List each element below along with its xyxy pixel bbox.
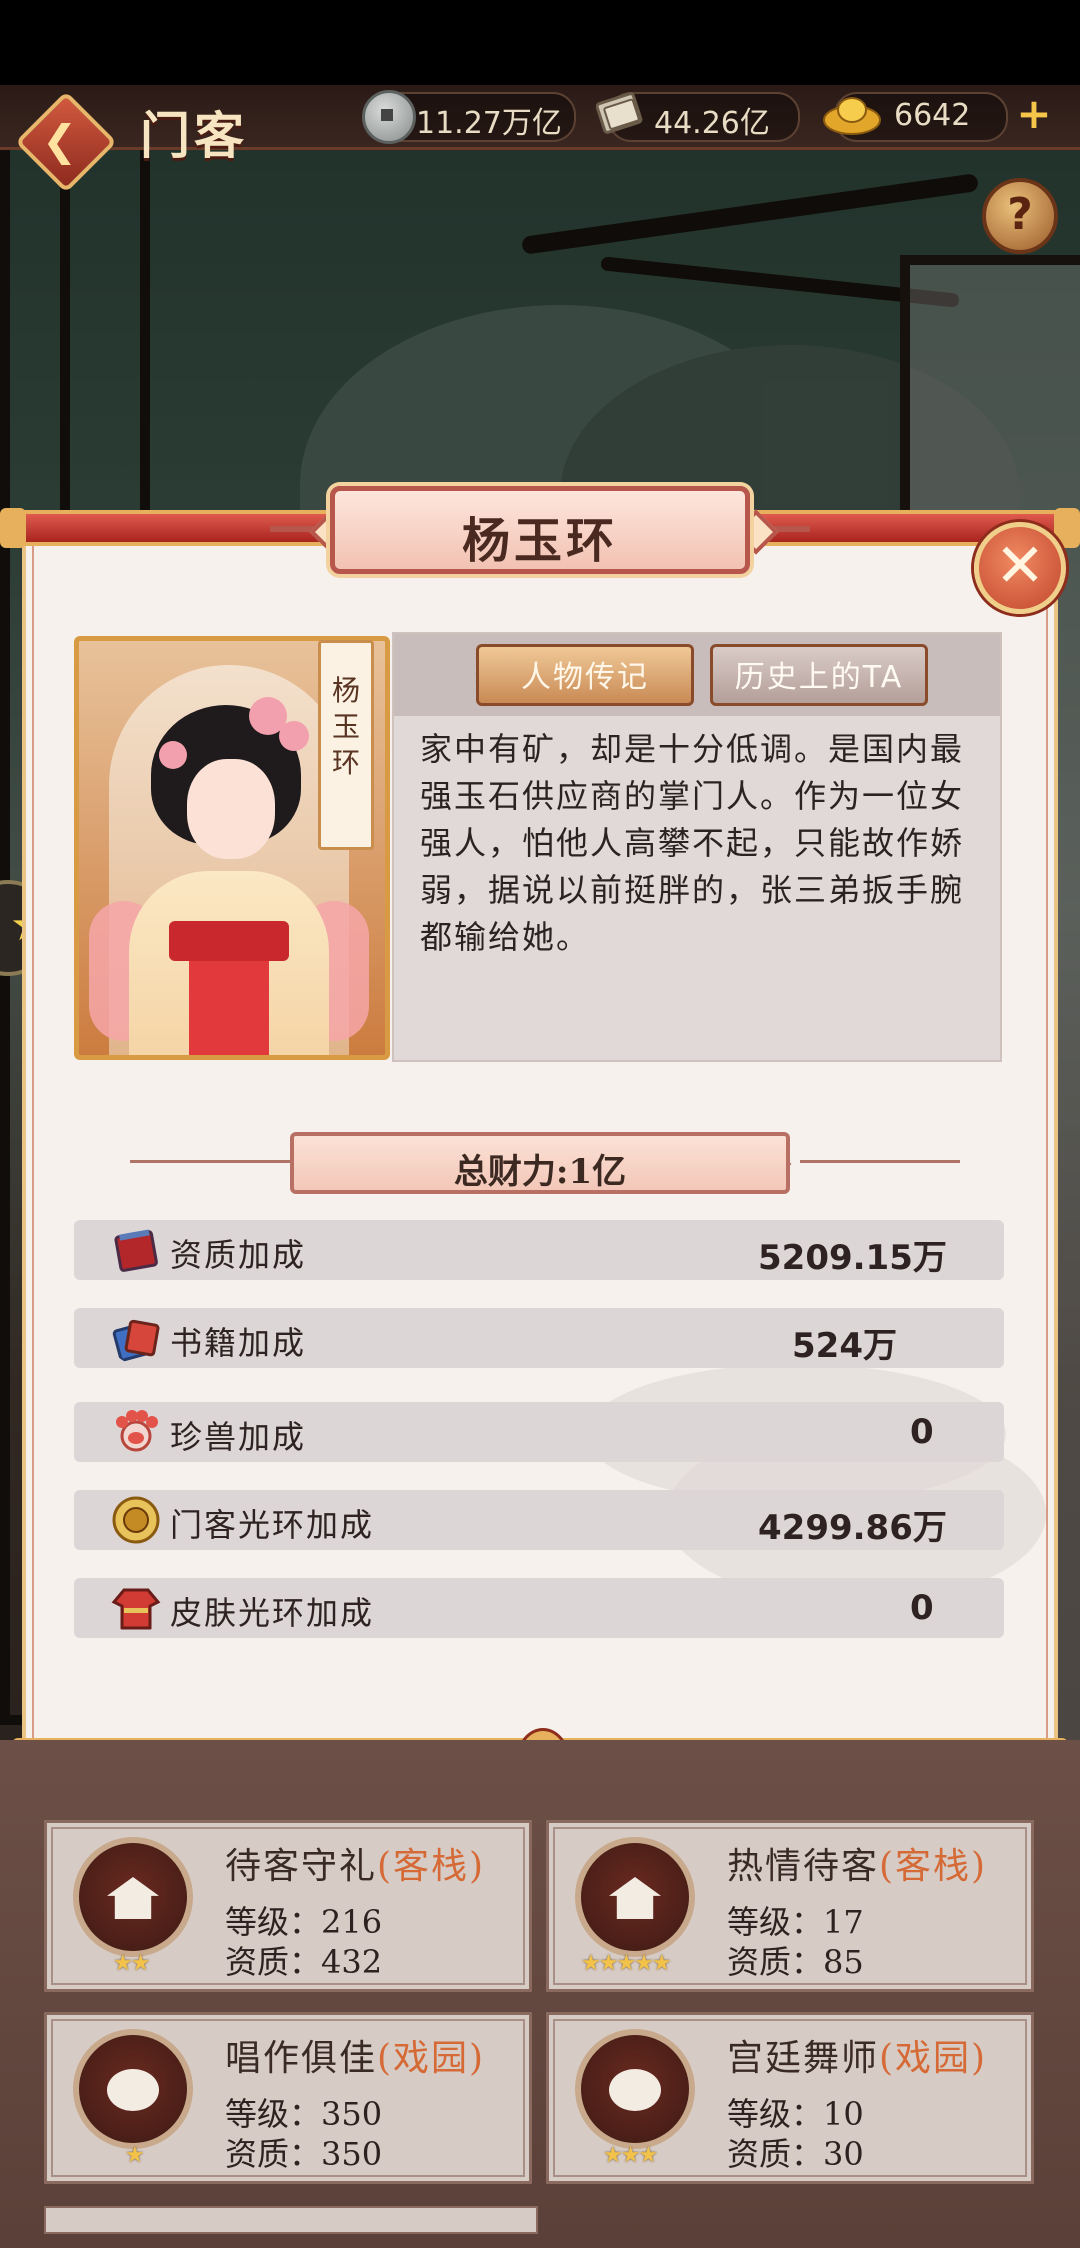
attribute-card[interactable]: ★★ 待客守礼(客栈) 等级：216 资质：432: [44, 1820, 532, 1992]
card-quality: 资质：30: [727, 2135, 864, 2173]
card-title: 待客守礼(客栈): [225, 1846, 486, 1887]
biography-panel: 人物传记 历史上的TA 家中有矿，却是十分低调。是国内最强玉石供应商的掌门人。作…: [392, 632, 1002, 1062]
total-wealth-banner: 总财力:1亿: [290, 1132, 790, 1194]
stat-label: 门客光环加成: [170, 1506, 375, 1544]
paw-icon: [116, 1410, 158, 1452]
card-title: 热情待客(客栈): [727, 1846, 988, 1887]
figure-face: [187, 759, 275, 859]
card-title: 宫廷舞师(戏园): [727, 2038, 988, 2079]
tab-bar: 人物传记 历史上的TA: [394, 634, 1000, 716]
resource-books: 44.26亿: [596, 92, 800, 142]
biography-text: 家中有矿，却是十分低调。是国内最强玉石供应商的掌门人。作为一位女强人，怕他人高攀…: [420, 730, 965, 956]
card-title: 唱作俱佳(戏园): [225, 2038, 486, 2079]
character-name-plate: 杨玉环: [330, 486, 750, 574]
inn-emblem-icon: [575, 1837, 695, 1957]
rail-cap-left: [0, 508, 26, 548]
figure-belt: [169, 921, 289, 961]
resource-coins: 11.27万亿: [362, 90, 576, 144]
tab-history[interactable]: 历史上的TA: [710, 644, 928, 706]
attribute-card[interactable]: ★★★ 宫廷舞师(戏园) 等级：10 资质：30: [546, 2012, 1034, 2184]
star-rating: ★★★: [603, 2143, 658, 2168]
character-name: 杨玉环: [461, 513, 618, 569]
stat-value: 0: [910, 1588, 934, 1628]
theater-emblem-icon: [575, 2029, 695, 2149]
inn-emblem-icon: [73, 1837, 193, 1957]
star-rating: ★★★★★: [581, 1951, 672, 1976]
star-rating: ★: [125, 2143, 145, 2168]
add-gold-button[interactable]: +: [1012, 92, 1056, 136]
portrait-name-tag: 杨玉环: [318, 640, 374, 850]
stat-value: 0: [910, 1412, 934, 1452]
card-quality: 资质：432: [225, 1943, 383, 1981]
attribute-card[interactable]: ★ 唱作俱佳(戏园) 等级：350 资质：350: [44, 2012, 532, 2184]
gold-value: 6642: [894, 98, 971, 133]
close-icon: ✕: [994, 531, 1046, 601]
stat-label: 书籍加成: [170, 1324, 307, 1362]
hair-flower: [159, 741, 187, 769]
blue-books-icon: [112, 1319, 160, 1362]
tab-biography[interactable]: 人物传记: [476, 644, 694, 706]
stat-row-books: 书籍加成 524万: [74, 1308, 1004, 1368]
stat-value: 5209.15万: [758, 1238, 947, 1278]
stat-label: 珍兽加成: [170, 1418, 307, 1456]
close-button[interactable]: ✕: [974, 522, 1066, 614]
red-robe-icon: [111, 1588, 161, 1630]
book-icon: [596, 92, 643, 134]
banner-line-left: [130, 1160, 290, 1163]
banner-line-right: [800, 1160, 960, 1163]
books-value: 44.26亿: [654, 106, 770, 141]
figure-skirt: [189, 961, 269, 1055]
help-button[interactable]: ?: [982, 178, 1058, 254]
card-quality: 资质：85: [727, 1943, 864, 1981]
gold-ingot-icon: [823, 97, 881, 135]
stat-label: 皮肤光环加成: [170, 1594, 375, 1632]
total-wealth-text: 总财力:1亿: [453, 1152, 627, 1192]
hair-flower: [279, 721, 309, 751]
theater-emblem-icon: [73, 2029, 193, 2149]
portrait-name-text: 杨玉环: [331, 674, 360, 779]
resource-gold: 6642: [823, 92, 1008, 142]
back-arrow-icon: ❮: [42, 116, 78, 165]
stat-row-beasts: 珍兽加成 0: [74, 1402, 1004, 1462]
stat-value: 4299.86万: [758, 1508, 947, 1548]
next-card-peek: [44, 2206, 538, 2234]
stat-row-aura: 门客光环加成 4299.86万: [74, 1490, 1004, 1550]
stat-row-quality: 资质加成 5209.15万: [74, 1220, 1004, 1280]
stat-row-skin: 皮肤光环加成 0: [74, 1578, 1004, 1638]
card-quality: 资质：350: [225, 2135, 383, 2173]
back-button[interactable]: ❮: [14, 90, 117, 193]
page-title: 门客: [140, 106, 248, 165]
gold-medallion-icon: [112, 1496, 160, 1544]
stat-label: 资质加成: [170, 1236, 307, 1274]
coin-icon: [362, 90, 416, 144]
stat-value: 524万: [792, 1326, 897, 1366]
red-book-icon: [114, 1229, 158, 1272]
attribute-card[interactable]: ★★★★★ 热情待客(客栈) 等级：17 资质：85: [546, 1820, 1034, 1992]
star-rating: ★★: [113, 1951, 150, 1976]
coins-value: 11.27万亿: [416, 106, 562, 141]
